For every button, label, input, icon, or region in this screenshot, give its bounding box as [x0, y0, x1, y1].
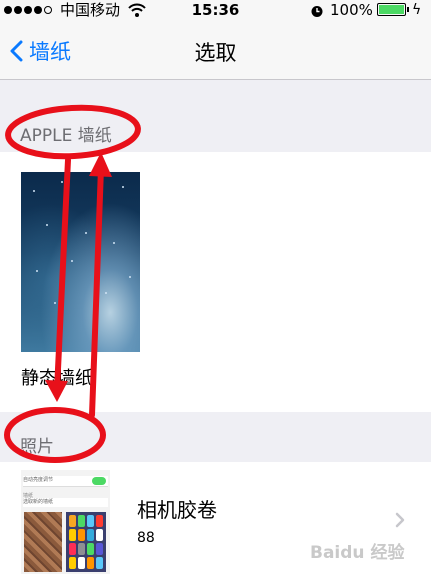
- camera-roll-thumbnail: 自动亮度调节 墙纸 选取新的墙纸: [21, 470, 110, 574]
- status-bar: 中国移动 15:36 100% ϟ: [0, 0, 431, 20]
- still-wallpaper-thumbnail[interactable]: [21, 172, 140, 352]
- navigation-bar: 墙纸 选取: [0, 20, 431, 80]
- charging-icon: ϟ: [412, 2, 422, 18]
- camera-roll-row[interactable]: 自动亮度调节 墙纸 选取新的墙纸 相机胶卷 88: [0, 462, 431, 582]
- apple-wallpaper-card: 静态墙纸: [0, 152, 431, 412]
- chevron-right-icon: [395, 512, 405, 528]
- section-header-photos: 照片: [20, 437, 54, 457]
- section-header-apple-wallpaper: APPLE 墙纸: [20, 126, 112, 146]
- battery-tip: [407, 7, 409, 12]
- camera-roll-title: 相机胶卷: [137, 498, 217, 522]
- battery-icon: [377, 3, 406, 16]
- camera-roll-count: 88: [137, 530, 155, 546]
- page-title: 选取: [194, 41, 237, 65]
- battery-percent: 100%: [330, 1, 373, 19]
- watermark: Baidu 经验: [310, 543, 405, 563]
- still-wallpaper-label: 静态墙纸: [21, 368, 93, 389]
